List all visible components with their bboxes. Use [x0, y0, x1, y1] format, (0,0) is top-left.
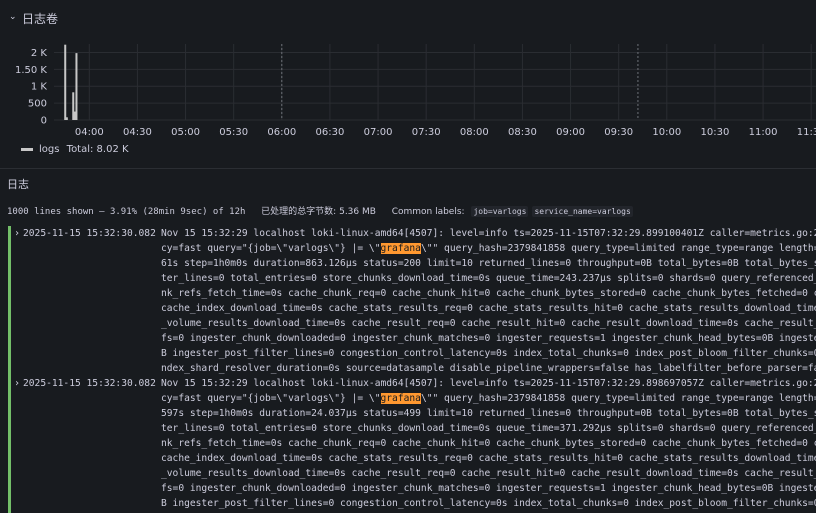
log-line: nk_refs_fetch_time=0s cache_chunk_req=0 … — [0, 436, 816, 451]
x-tick-label: 07:00 — [364, 127, 393, 138]
x-tick-label: 05:30 — [219, 127, 248, 138]
legend-total: Total: 8.02 K — [66, 144, 129, 155]
log-message: nk_refs_fetch_time=0s cache_chunk_req=0 … — [161, 288, 816, 299]
x-tick-label: 10:00 — [652, 127, 681, 138]
y-tick-label: 1 K — [31, 82, 48, 93]
log-line: › 2025-11-15 15:32:30.082 Nov 15 15:32:29 … — [0, 376, 816, 391]
x-tick-label: 04:30 — [123, 127, 152, 138]
log-message: 61s step=1h0m0s duration=863.126µs statu… — [161, 258, 816, 269]
lines-shown-summary: 1000 lines shown – 3.91% (28min 9sec) of… — [7, 207, 246, 217]
log-message: B ingester_post_filter_lines=0 congestio… — [161, 348, 816, 359]
x-tick-label: 10:30 — [701, 127, 730, 138]
chart-legend[interactable]: logs Total: 8.02 K — [21, 144, 129, 155]
log-line: B ingester_post_filter_lines=0 congestio… — [0, 496, 816, 511]
log-entry[interactable]: › 2025-11-15 15:32:30.082 Nov 15 15:32:29 … — [0, 376, 816, 513]
y-tick-label: 1.50 K — [15, 65, 47, 76]
y-tick-label: 2 K — [31, 48, 48, 59]
log-line: 597s step=1h0m0s duration=24.037µs statu… — [0, 406, 816, 421]
y-tick-label: 0 — [41, 116, 47, 127]
log-message: fs=0 ingester_chunk_downloaded=0 ingeste… — [161, 483, 816, 494]
logs-volume-title: 日志卷 — [22, 12, 59, 26]
log-line: 61s step=1h0m0s duration=863.126µs statu… — [0, 256, 816, 271]
log-message: ter_lines=0 total_entries=0 store_chunks… — [161, 423, 816, 434]
x-tick-label: 06:30 — [316, 127, 345, 138]
expand-chevron-icon[interactable]: › — [14, 226, 20, 241]
log-message: cy=fast query="{job=\"varlogs\"} |= \"gr… — [161, 393, 816, 404]
logs-stats-row: 1000 lines shown – 3.91% (28min 9sec) of… — [7, 204, 633, 217]
log-message: ndex_shard_resolver_duration=0s source=d… — [161, 363, 816, 374]
x-tick-label: 06:00 — [267, 127, 296, 138]
legend-swatch — [21, 147, 33, 151]
log-message: B ingester_post_filter_lines=0 congestio… — [161, 498, 816, 509]
common-label-badge: job=varlogs — [471, 206, 529, 217]
log-line: ter_lines=0 total_entries=0 store_chunks… — [0, 421, 816, 436]
log-line: cache_index_download_time=0s cache_stats… — [0, 451, 816, 466]
volume-bar — [64, 44, 67, 121]
logs-volume-chart: 0 500 1 K 1.50 K 2 K 04:00 04:30 05:00 05:30 06:0… — [15, 44, 816, 138]
log-line: _volume_results_download_time=0s cache_r… — [0, 466, 816, 481]
x-tick-label: 09:30 — [604, 127, 633, 138]
search-highlight: grafana — [380, 243, 421, 254]
log-message: _volume_results_download_time=0s cache_r… — [161, 318, 816, 329]
log-message: _volume_results_download_time=0s cache_r… — [161, 468, 816, 479]
log-entry[interactable]: › 2025-11-15 15:32:30.082 Nov 15 15:32:29 … — [0, 226, 816, 376]
section-divider — [0, 168, 816, 169]
x-tick-label: 05:00 — [171, 127, 200, 138]
volume-bar — [75, 53, 78, 121]
logs-panel-title: 日志 — [7, 178, 29, 191]
y-tick-label: 500 — [28, 99, 47, 110]
log-message: cache_index_download_time=0s cache_stats… — [161, 303, 816, 314]
log-message: nk_refs_fetch_time=0s cache_chunk_req=0 … — [161, 438, 816, 449]
log-message: Nov 15 15:32:29 localhost loki-linux-amd… — [161, 228, 816, 239]
total-bytes-value: 5.36 MB — [339, 207, 376, 217]
log-line: cy=fast query="{job=\"varlogs\"} |= \"gr… — [0, 391, 816, 406]
log-line: cache_index_download_time=0s cache_stats… — [0, 301, 816, 316]
x-tick-label: 07:30 — [412, 127, 441, 138]
log-line: fs=0 ingester_chunk_downloaded=0 ingeste… — [0, 481, 816, 496]
x-tick-label: 11:30 — [797, 127, 816, 138]
log-line: _volume_results_download_time=0s cache_r… — [0, 316, 816, 331]
log-line: ndex_shard_resolver_duration=0s source=d… — [0, 361, 816, 376]
chevron-down-icon[interactable]: ⌄ — [9, 12, 17, 22]
x-tick-label: 11:00 — [749, 127, 778, 138]
x-tick-label: 08:00 — [460, 127, 489, 138]
x-tick-label: 04:00 — [75, 127, 104, 138]
log-message: ter_lines=0 total_entries=0 store_chunks… — [161, 273, 816, 284]
common-label-badge: service_name=varlogs — [532, 206, 633, 217]
log-timestamp: 2025-11-15 15:32:30.082 — [23, 228, 156, 239]
log-line: ter_lines=0 total_entries=0 store_chunks… — [0, 271, 816, 286]
log-line: cy=fast query="{job=\"varlogs\"} |= \"gr… — [0, 241, 816, 256]
search-highlight: grafana — [380, 393, 421, 404]
log-line: › 2025-11-15 15:32:30.082 Nov 15 15:32:29 … — [0, 226, 816, 241]
log-message: Nov 15 15:32:29 localhost loki-linux-amd… — [161, 378, 816, 389]
log-timestamp: 2025-11-15 15:32:30.082 — [23, 378, 156, 389]
log-message: 597s step=1h0m0s duration=24.037µs statu… — [161, 408, 816, 419]
log-message: fs=0 ingester_chunk_downloaded=0 ingeste… — [161, 333, 816, 344]
total-bytes-label: 已处理的总字节数: — [261, 207, 337, 217]
log-line: nk_refs_fetch_time=0s cache_chunk_req=0 … — [0, 286, 816, 301]
expand-chevron-icon[interactable]: › — [14, 376, 20, 391]
log-line: fs=0 ingester_chunk_downloaded=0 ingeste… — [0, 331, 816, 346]
legend-label: logs — [39, 144, 60, 155]
log-message: cache_index_download_time=0s cache_stats… — [161, 453, 816, 464]
x-tick-label: 08:30 — [508, 127, 537, 138]
common-labels-label: Common labels: — [391, 207, 465, 217]
logs-volume-header[interactable]: ⌄ 日志卷 — [0, 0, 816, 34]
volume-bar — [65, 117, 68, 120]
log-rows-list: › 2025-11-15 15:32:30.082 Nov 15 15:32:29 … — [0, 226, 816, 513]
log-message: cy=fast query="{job=\"varlogs\"} |= \"gr… — [161, 243, 816, 254]
log-line: B ingester_post_filter_lines=0 congestio… — [0, 346, 816, 361]
x-tick-label: 09:00 — [556, 127, 585, 138]
